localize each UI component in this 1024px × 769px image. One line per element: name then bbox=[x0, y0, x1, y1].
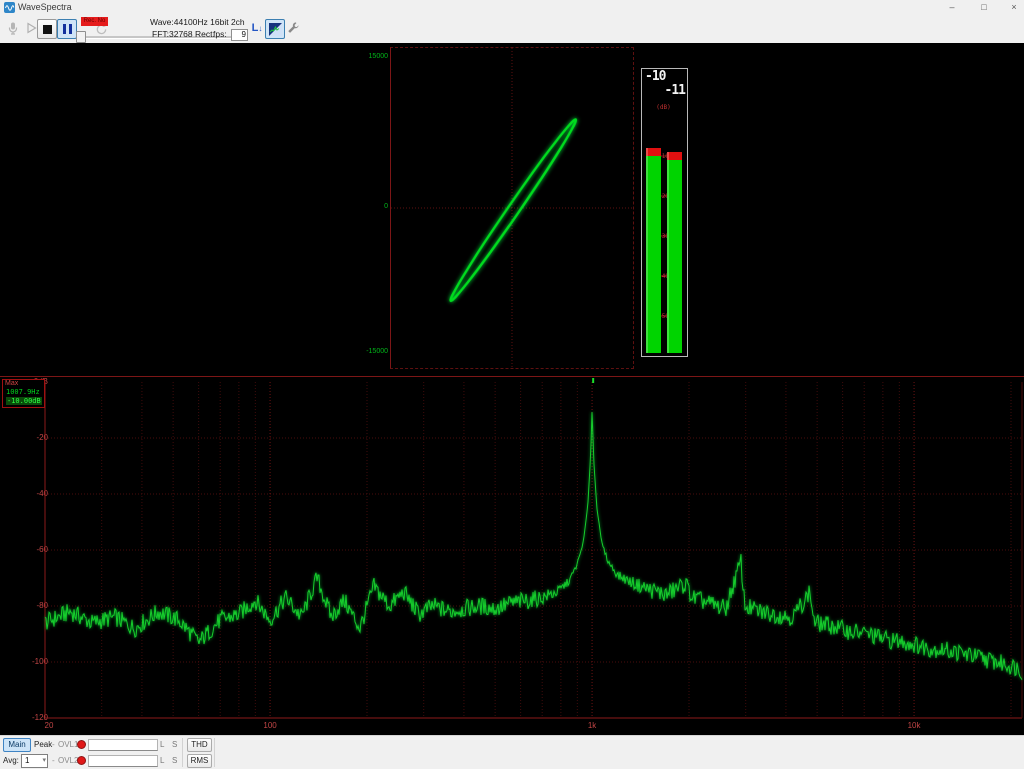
main-view-button[interactable]: Main bbox=[3, 738, 31, 752]
fft-settings-status: FFT:32768 Rect. bbox=[152, 29, 215, 39]
l-button-1[interactable]: L bbox=[160, 740, 164, 749]
x-axis-label: 20 bbox=[45, 721, 54, 730]
spectrum-panel: 0dB-20-40-60-80-100-120201001k10k Max 10… bbox=[0, 376, 1024, 735]
app-icon bbox=[4, 2, 15, 13]
log-axis-button[interactable]: L↓ bbox=[248, 19, 266, 37]
record-status-indicator: Rec. No bbox=[81, 17, 108, 26]
microphone-icon bbox=[6, 21, 20, 35]
meter-bar-highlight bbox=[646, 148, 648, 353]
x-axis-label: 1k bbox=[588, 721, 597, 730]
x-axis-label: 10k bbox=[908, 721, 922, 730]
statusbar: Main Peak - OVL1 L S THD Avg: 1 ▾ - OVL2… bbox=[0, 735, 1024, 769]
level-meter: -10 -11 (dB)-10-20-30-40-50LR bbox=[641, 68, 688, 357]
stop-icon bbox=[43, 25, 52, 34]
statusbar-separator-1 bbox=[182, 738, 183, 767]
spectrum-trace bbox=[45, 412, 1022, 680]
thd-button[interactable]: THD bbox=[187, 738, 212, 752]
lissajous-bottom-label: -15000 bbox=[354, 348, 388, 355]
meter-bar bbox=[667, 160, 682, 353]
lissajous-trace bbox=[446, 116, 580, 304]
y-axis-label: -60 bbox=[36, 545, 48, 554]
max-level: -10.00dB bbox=[6, 397, 42, 405]
ovl1-input[interactable] bbox=[88, 739, 158, 751]
fps-label: fps: bbox=[213, 29, 227, 39]
upper-panel: 15000 0 -15000 -10 -11 (dB)-10-20-30-40-… bbox=[0, 43, 1024, 376]
record-button[interactable] bbox=[4, 19, 22, 37]
lissajous-plot bbox=[390, 47, 634, 369]
meter-bar bbox=[646, 156, 661, 353]
display-mode-button[interactable] bbox=[265, 19, 285, 39]
window-title: WaveSpectra bbox=[18, 2, 72, 12]
y-axis-label: -20 bbox=[36, 433, 48, 442]
ovl2-label: OVL2 bbox=[58, 756, 78, 765]
pause-icon bbox=[63, 24, 72, 34]
lissajous-top-label: 15000 bbox=[354, 53, 388, 60]
ovl2-led bbox=[77, 756, 86, 765]
max-readout: Max 1007.9Hz -10.00dB bbox=[2, 379, 45, 408]
s-button-2[interactable]: S bbox=[172, 756, 177, 765]
stop-button[interactable] bbox=[37, 19, 57, 39]
wave-format-status: Wave:44100Hz 16bit 2ch bbox=[150, 17, 245, 27]
avg-select[interactable]: 1 ▾ bbox=[21, 754, 48, 768]
toolbar: Rec. No Wave:44100Hz 16bit 2ch FFT:32768… bbox=[0, 15, 1024, 44]
l-button-2[interactable]: L bbox=[160, 756, 164, 765]
spectrum-display-icon bbox=[269, 23, 282, 36]
titlebar: WaveSpectra – □ × bbox=[0, 0, 1024, 16]
pause-button[interactable] bbox=[57, 19, 77, 39]
play-icon bbox=[24, 21, 38, 35]
minimize-button[interactable]: – bbox=[938, 0, 966, 15]
peak-label: Peak bbox=[34, 740, 52, 749]
l-down-icon: L↓ bbox=[252, 22, 263, 34]
meter-bar-highlight bbox=[667, 152, 669, 353]
meter-peak-cap bbox=[667, 152, 682, 160]
avg-value: 1 bbox=[25, 756, 29, 765]
y-axis-label: -80 bbox=[36, 601, 48, 610]
fps-value: 9 bbox=[231, 29, 248, 41]
y-axis-label: -40 bbox=[36, 489, 48, 498]
chevron-down-icon: ▾ bbox=[42, 756, 46, 764]
y-axis-label: -100 bbox=[32, 657, 49, 666]
meter-peak-cap bbox=[646, 148, 661, 156]
max-title: Max bbox=[5, 380, 18, 387]
s-button-1[interactable]: S bbox=[172, 740, 177, 749]
maximize-button[interactable]: □ bbox=[970, 0, 998, 15]
meter-unit-label: (dB) bbox=[656, 104, 670, 111]
ovl2-input[interactable] bbox=[88, 755, 158, 767]
ovl1-led bbox=[77, 740, 86, 749]
max-frequency: 1007.9Hz bbox=[6, 388, 40, 396]
avg-label: Avg: bbox=[3, 756, 19, 765]
close-button[interactable]: × bbox=[1000, 0, 1024, 15]
wrench-icon bbox=[286, 21, 300, 35]
settings-button[interactable] bbox=[284, 19, 302, 37]
slider-thumb[interactable] bbox=[76, 31, 86, 43]
dash-2: - bbox=[52, 756, 55, 765]
lissajous-zero-label: 0 bbox=[354, 203, 388, 210]
rms-button[interactable]: RMS bbox=[187, 754, 212, 768]
ovl1-label: OVL1 bbox=[58, 740, 78, 749]
x-axis-label: 100 bbox=[263, 721, 277, 730]
dash-1: - bbox=[52, 740, 55, 749]
statusbar-separator-2 bbox=[214, 738, 215, 767]
